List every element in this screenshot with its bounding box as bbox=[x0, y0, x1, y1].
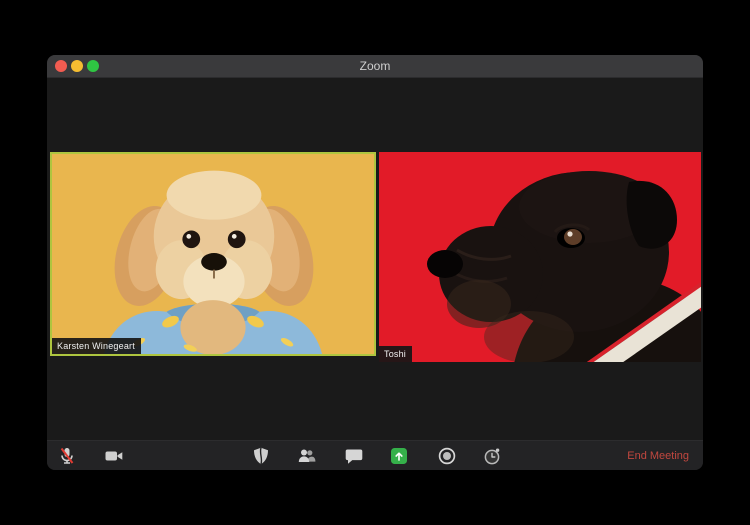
video-camera-icon bbox=[105, 451, 123, 461]
record-button[interactable] bbox=[437, 446, 457, 466]
security-button[interactable] bbox=[251, 446, 271, 466]
meeting-toolbar: End Meeting bbox=[47, 440, 703, 470]
share-screen-icon bbox=[391, 448, 407, 464]
participant-name-label-toshi: Toshi bbox=[379, 346, 413, 362]
participant-name-label-karsten: Karsten Winegeart bbox=[52, 338, 141, 354]
chat-icon bbox=[345, 449, 363, 464]
end-meeting-button[interactable]: End Meeting bbox=[627, 441, 689, 470]
participants-button[interactable] bbox=[297, 446, 317, 466]
window-titlebar[interactable]: Zoom bbox=[47, 55, 703, 78]
fullscreen-window-button[interactable] bbox=[87, 60, 99, 72]
traffic-lights bbox=[55, 60, 99, 72]
share-screen-button[interactable] bbox=[389, 446, 409, 466]
chat-button[interactable] bbox=[344, 446, 364, 466]
mute-button[interactable] bbox=[57, 446, 77, 466]
toshi-video-feed bbox=[379, 152, 701, 362]
desktop-background: Zoom Karsten Winegeart Toshi End Meeting bbox=[0, 0, 750, 525]
video-tile-karsten[interactable]: Karsten Winegeart bbox=[50, 152, 376, 356]
reactions-timer-icon bbox=[484, 448, 500, 465]
window-title: Zoom bbox=[359, 59, 391, 73]
reactions-button[interactable] bbox=[482, 446, 502, 466]
record-icon bbox=[438, 447, 456, 465]
karsten-video-feed bbox=[52, 154, 374, 354]
video-tile-toshi[interactable]: Toshi bbox=[379, 152, 701, 362]
stop-video-button[interactable] bbox=[104, 446, 124, 466]
microphone-muted-icon bbox=[60, 447, 74, 464]
zoom-window: Zoom Karsten Winegeart Toshi End Meeting bbox=[47, 55, 703, 470]
close-window-button[interactable] bbox=[55, 60, 67, 72]
participants-icon bbox=[298, 449, 316, 462]
minimize-window-button[interactable] bbox=[71, 60, 83, 72]
security-shield-icon bbox=[254, 447, 268, 465]
